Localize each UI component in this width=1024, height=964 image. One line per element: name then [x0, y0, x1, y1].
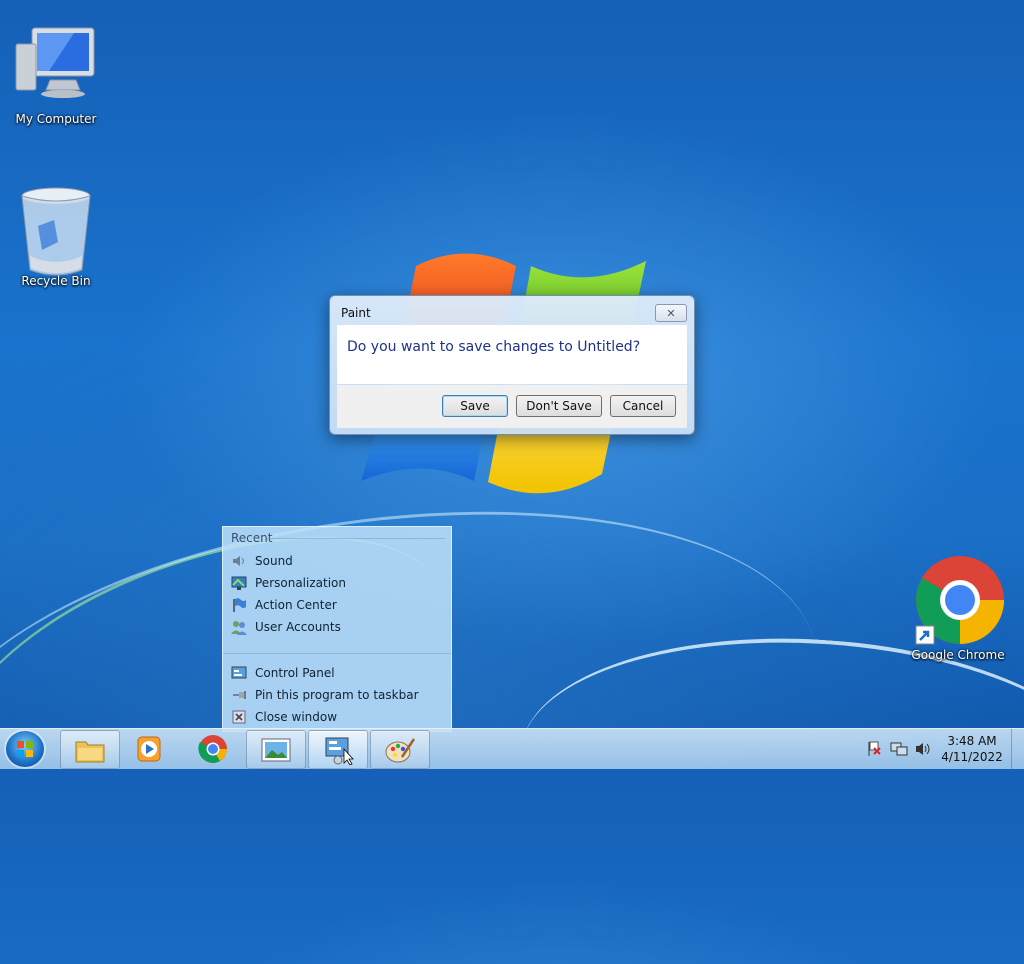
dialog-body: Do you want to save changes to Untitled?	[337, 325, 687, 384]
flag-icon	[233, 598, 246, 612]
close-window-icon	[232, 710, 246, 724]
jump-list-item-label: User Accounts	[255, 620, 341, 634]
dialog-button-bar: Save Don't Save Cancel	[337, 385, 687, 428]
network-icon[interactable]	[890, 741, 908, 757]
computer-icon	[14, 24, 98, 108]
image-viewer-icon	[261, 738, 291, 761]
paint-icon	[385, 737, 416, 762]
close-icon: ✕	[666, 306, 676, 320]
windows-flag-icon	[17, 741, 33, 757]
dialog-message: Do you want to save changes to Untitled?	[347, 339, 641, 355]
jump-list-item-personalization[interactable]: Personalization	[231, 573, 346, 593]
chrome-icon	[912, 554, 1004, 646]
taskbar-clock[interactable]: 3:48 AM 4/11/2022	[930, 733, 1014, 765]
taskbar-image-viewer-button[interactable]	[246, 730, 306, 769]
jump-list-header-divider	[267, 538, 445, 539]
taskbar-media-player-button[interactable]	[120, 730, 178, 767]
jump-list: Recent Sound Personalization Action Cent…	[222, 526, 452, 732]
dont-save-button[interactable]: Don't Save	[516, 395, 602, 417]
control-panel-icon	[231, 666, 247, 679]
taskbar-explorer-button[interactable]	[60, 730, 120, 769]
jump-list-item-label: Personalization	[255, 576, 346, 590]
taskbar: 3:48 AM 4/11/2022	[0, 728, 1024, 769]
pin-icon	[233, 691, 246, 699]
jump-list-item-action-center[interactable]: Action Center	[231, 595, 337, 615]
save-button[interactable]: Save	[442, 395, 508, 417]
clock-date: 4/11/2022	[941, 750, 1003, 764]
chrome-icon	[198, 734, 227, 763]
start-button[interactable]	[6, 731, 44, 767]
control-panel-icon	[325, 737, 354, 765]
users-icon	[231, 621, 247, 635]
save-changes-dialog: Paint ✕ Do you want to save changes to U…	[329, 295, 695, 435]
explorer-icon	[75, 741, 105, 762]
taskbar-paint-button[interactable]	[370, 730, 430, 769]
jump-list-item-label: Sound	[255, 554, 293, 568]
speaker-icon	[233, 556, 244, 566]
jump-list-item-sound[interactable]: Sound	[231, 551, 293, 571]
jump-list-item-label: Close window	[255, 710, 338, 724]
action-center-flag-icon[interactable]	[866, 741, 882, 757]
monitor-icon	[231, 576, 247, 590]
jump-list-item-label: Action Center	[255, 598, 337, 612]
show-desktop-button[interactable]	[1011, 729, 1024, 769]
taskbar-chrome-button[interactable]	[184, 730, 242, 767]
jump-list-item-pin[interactable]: Pin this program to taskbar	[231, 685, 419, 705]
close-button[interactable]: ✕	[655, 304, 687, 322]
recycle-bin-icon	[14, 186, 98, 276]
jump-list-divider	[223, 653, 451, 654]
jump-list-item-label: Pin this program to taskbar	[255, 688, 419, 702]
desktop-icon-label: My Computer	[15, 112, 97, 126]
media-player-icon	[137, 736, 161, 761]
taskbar-control-panel-button[interactable]	[308, 730, 368, 769]
desktop-icon-my-computer[interactable]: My Computer	[8, 24, 104, 126]
cancel-button[interactable]: Cancel	[610, 395, 676, 417]
jump-list-item-user-accounts[interactable]: User Accounts	[231, 617, 341, 637]
desktop-icon-label: Google Chrome	[911, 648, 1005, 662]
clock-time: 3:48 AM	[947, 734, 997, 748]
desktop-icon-google-chrome[interactable]: Google Chrome	[910, 554, 1006, 662]
dialog-title: Paint	[341, 306, 371, 320]
desktop-icon-recycle-bin[interactable]: Recycle Bin	[8, 186, 104, 288]
jump-list-item-close-window[interactable]: Close window	[231, 707, 337, 727]
jump-list-item-label: Control Panel	[255, 666, 335, 680]
jump-list-item-control-panel[interactable]: Control Panel	[231, 663, 335, 683]
